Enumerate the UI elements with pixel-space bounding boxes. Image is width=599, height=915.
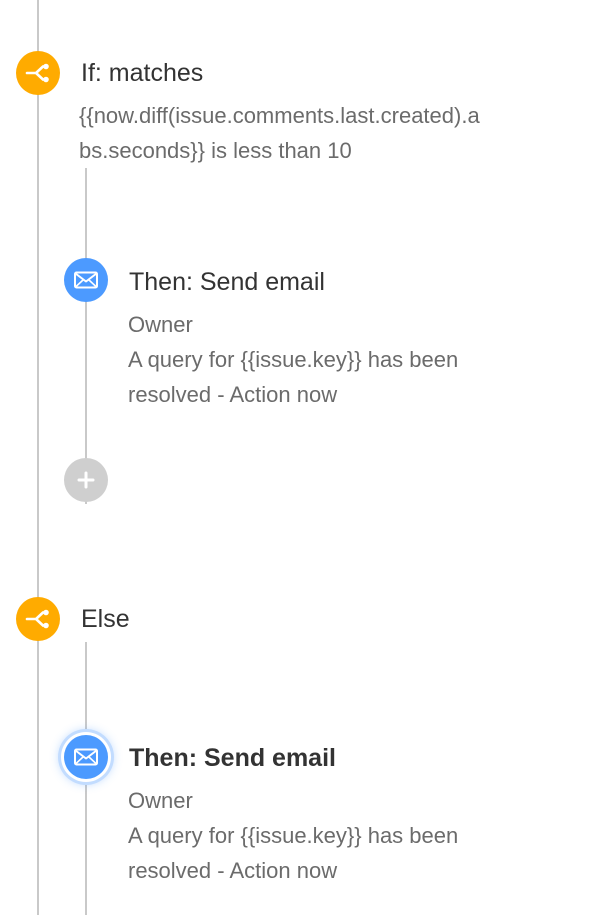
if-branch-line bbox=[85, 168, 87, 504]
mail-icon bbox=[73, 747, 99, 767]
else-condition-node[interactable] bbox=[16, 597, 60, 641]
branch-icon bbox=[25, 62, 51, 84]
else-send-email-details: Owner A query for {{issue.key}} has been… bbox=[128, 783, 458, 888]
email-subject-line: A query for {{issue.key}} has been bbox=[128, 347, 459, 372]
else-condition-title[interactable]: Else bbox=[81, 603, 130, 635]
if-condition-expression: {{now.diff(issue.comments.last.created).… bbox=[79, 98, 480, 168]
email-subject-line: resolved - Action now bbox=[128, 382, 338, 407]
if-send-email-details: Owner A query for {{issue.key}} has been… bbox=[128, 307, 458, 412]
email-recipient: Owner bbox=[128, 312, 193, 337]
main-flow-line bbox=[37, 0, 39, 915]
email-recipient: Owner bbox=[128, 788, 193, 813]
else-send-email-node[interactable] bbox=[64, 735, 108, 779]
branch-icon bbox=[25, 608, 51, 630]
if-condition-expression-line: {{now.diff(issue.comments.last.created).… bbox=[79, 103, 480, 128]
email-subject-line: A query for {{issue.key}} has been bbox=[128, 823, 459, 848]
add-action-button[interactable] bbox=[64, 458, 108, 502]
plus-icon bbox=[77, 471, 95, 489]
if-send-email-title[interactable]: Then: Send email bbox=[129, 266, 325, 298]
mail-icon bbox=[73, 270, 99, 290]
email-subject-line: resolved - Action now bbox=[128, 858, 338, 883]
else-send-email-title[interactable]: Then: Send email bbox=[129, 742, 336, 774]
if-condition-node[interactable] bbox=[16, 51, 60, 95]
if-condition-expression-line: bs.seconds}} is less than 10 bbox=[79, 138, 352, 163]
if-send-email-node[interactable] bbox=[64, 258, 108, 302]
if-condition-title[interactable]: If: matches bbox=[81, 57, 203, 89]
